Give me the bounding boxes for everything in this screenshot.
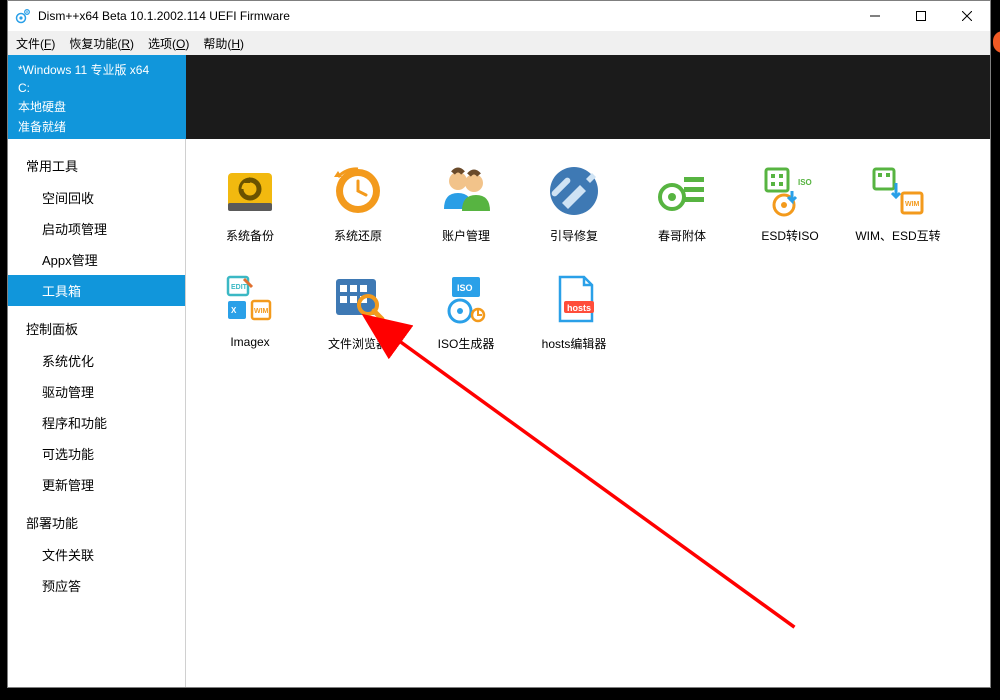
esd-to-iso-icon: ISO — [762, 163, 818, 219]
menu-file[interactable]: 文件(F) — [16, 35, 55, 52]
tool-label: 系统备份 — [226, 227, 274, 244]
sidebar-group-common[interactable]: 常用工具 — [8, 149, 185, 182]
wim-esd-icon: WIM — [870, 163, 926, 219]
window-title: Dism++x64 Beta 10.1.2002.114 UEFI Firmwa… — [38, 9, 290, 23]
tool-system-backup[interactable]: 系统备份 — [196, 159, 304, 267]
sidebar-item-updates[interactable]: 更新管理 — [8, 469, 185, 500]
sidebar-item-sys-optimize[interactable]: 系统优化 — [8, 345, 185, 376]
close-button[interactable] — [944, 1, 990, 31]
menu-help[interactable]: 帮助(H) — [203, 35, 244, 52]
hosts-file-icon: hosts — [546, 271, 602, 327]
maximize-button[interactable] — [898, 1, 944, 31]
sidebar-item-startup[interactable]: 启动项管理 — [8, 213, 185, 244]
tool-label: 春哥附体 — [658, 227, 706, 244]
tool-esd-to-iso[interactable]: ISO ESD转ISO — [736, 159, 844, 267]
menu-recover[interactable]: 恢复功能(R) — [69, 35, 134, 52]
svg-text:X: X — [231, 306, 237, 315]
file-browser-icon — [330, 271, 386, 327]
tool-iso-generator[interactable]: ISO ISO生成器 — [412, 267, 520, 375]
session-os: *Windows 11 专业版 x64 — [18, 61, 176, 78]
tool-label: ESD转ISO — [761, 227, 818, 244]
svg-text:EDIT: EDIT — [231, 284, 248, 291]
restore-clock-icon — [330, 163, 386, 219]
sidebar-item-appx[interactable]: Appx管理 — [8, 244, 185, 275]
attach-disc-icon — [654, 163, 710, 219]
window-controls — [852, 1, 990, 31]
tool-account-manage[interactable]: 账户管理 — [412, 159, 520, 267]
session-tile[interactable]: *Windows 11 专业版 x64 C: 本地硬盘 准备就绪 — [8, 55, 186, 139]
svg-text:hosts: hosts — [567, 303, 591, 313]
svg-text:WIM: WIM — [254, 308, 269, 315]
body: 常用工具 空间回收 启动项管理 Appx管理 工具箱 控制面板 系统优化 驱动管… — [8, 139, 990, 687]
tool-wim-esd-convert[interactable]: WIM WIM、ESD互转 — [844, 159, 952, 267]
users-icon — [438, 163, 494, 219]
sidebar-item-unattend[interactable]: 预应答 — [8, 570, 185, 601]
svg-text:ISO: ISO — [798, 178, 812, 187]
sidebar-group-control-panel[interactable]: 控制面板 — [8, 312, 185, 345]
iso-gen-icon: ISO — [438, 271, 494, 327]
tool-grid: 系统备份 系统还原 账户管理 — [196, 159, 980, 375]
tool-label: 文件浏览器 — [328, 335, 388, 352]
sidebar: 常用工具 空间回收 启动项管理 Appx管理 工具箱 控制面板 系统优化 驱动管… — [8, 139, 186, 687]
tool-label: 系统还原 — [334, 227, 382, 244]
tool-chunge[interactable]: 春哥附体 — [628, 159, 736, 267]
tool-hosts-editor[interactable]: hosts hosts编辑器 — [520, 267, 628, 375]
tool-label: WIM、ESD互转 — [855, 227, 940, 244]
tool-system-restore[interactable]: 系统还原 — [304, 159, 412, 267]
tool-label: Imagex — [230, 335, 269, 349]
session-disk: 本地硬盘 — [18, 98, 176, 115]
app-window: Dism++x64 Beta 10.1.2002.114 UEFI Firmwa… — [7, 0, 991, 688]
svg-text:ISO: ISO — [457, 283, 473, 293]
tool-imagex[interactable]: EDIT X WIM Imagex — [196, 267, 304, 375]
app-gear-icon — [14, 7, 32, 25]
sidebar-item-toolbox[interactable]: 工具箱 — [8, 275, 185, 306]
sidebar-item-space-cleanup[interactable]: 空间回收 — [8, 182, 185, 213]
sidebar-item-drivers[interactable]: 驱动管理 — [8, 376, 185, 407]
hdd-backup-icon — [222, 163, 278, 219]
sidebar-item-file-assoc[interactable]: 文件关联 — [8, 539, 185, 570]
tool-label: ISO生成器 — [438, 335, 495, 352]
menu-options[interactable]: 选项(O) — [148, 35, 189, 52]
session-drive: C: — [18, 81, 176, 95]
session-band: *Windows 11 专业版 x64 C: 本地硬盘 准备就绪 — [8, 55, 990, 139]
session-status: 准备就绪 — [18, 118, 176, 135]
imagex-icon: EDIT X WIM — [222, 271, 278, 327]
sidebar-item-programs[interactable]: 程序和功能 — [8, 407, 185, 438]
tool-file-browser[interactable]: 文件浏览器 — [304, 267, 412, 375]
wrench-screwdriver-icon — [546, 163, 602, 219]
tool-boot-repair[interactable]: 引导修复 — [520, 159, 628, 267]
sidebar-group-deploy[interactable]: 部署功能 — [8, 506, 185, 539]
titlebar: Dism++x64 Beta 10.1.2002.114 UEFI Firmwa… — [8, 1, 990, 31]
svg-text:WIM: WIM — [905, 201, 920, 208]
tool-label: hosts编辑器 — [542, 335, 607, 352]
minimize-button[interactable] — [852, 1, 898, 31]
menubar: 文件(F) 恢复功能(R) 选项(O) 帮助(H) — [8, 31, 990, 55]
edge-notification-icon — [993, 31, 1000, 53]
tool-label: 引导修复 — [550, 227, 598, 244]
tool-label: 账户管理 — [442, 227, 490, 244]
content-panel: 系统备份 系统还原 账户管理 — [186, 139, 990, 687]
sidebar-item-optional[interactable]: 可选功能 — [8, 438, 185, 469]
